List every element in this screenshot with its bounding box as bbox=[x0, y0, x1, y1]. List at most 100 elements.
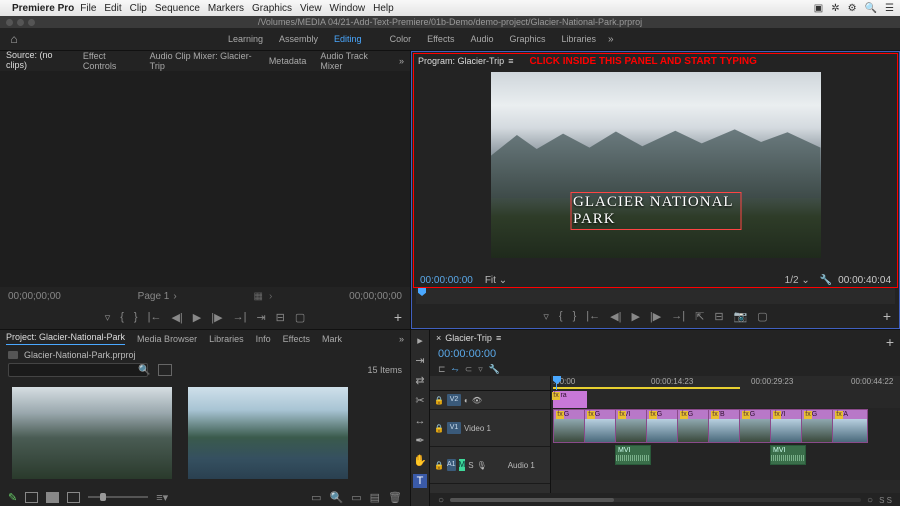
zoom-fit[interactable]: Fit ⌄ bbox=[485, 275, 507, 286]
track-v1[interactable]: fxIMGfxIMGfxMVIfxIMGfxIMGfxSTBfxIMGfxMVI… bbox=[551, 408, 900, 444]
lock-icon[interactable]: 🔒 bbox=[434, 424, 444, 433]
ws-audio[interactable]: Audio bbox=[470, 34, 493, 44]
insert-icon[interactable]: ⇥ bbox=[256, 311, 265, 324]
add-button-icon[interactable]: + bbox=[394, 309, 402, 325]
home-icon[interactable]: ⌂ bbox=[0, 32, 28, 46]
tab-metadata[interactable]: Metadata bbox=[269, 56, 307, 66]
filter-icon[interactable] bbox=[158, 364, 172, 376]
add-button-icon[interactable]: + bbox=[883, 308, 891, 324]
sort-icon[interactable]: ≡▾ bbox=[156, 491, 168, 504]
goto-in-icon[interactable]: |← bbox=[148, 311, 162, 323]
clip-thumbnail[interactable] bbox=[12, 387, 172, 479]
work-area-bar[interactable] bbox=[553, 387, 740, 389]
play-icon[interactable]: ▶ bbox=[193, 311, 201, 324]
overflow-icon[interactable]: » bbox=[399, 56, 404, 66]
voice-icon[interactable]: 🎙 bbox=[477, 461, 487, 470]
track-a1[interactable]: MVIMVI bbox=[551, 444, 900, 480]
clip-thumbnail[interactable] bbox=[188, 387, 348, 479]
goto-out-icon[interactable]: →| bbox=[233, 311, 247, 323]
tab-markers[interactable]: Mark bbox=[322, 334, 342, 344]
settings-icon[interactable]: 🔧 bbox=[820, 275, 832, 286]
overflow-icon[interactable]: » bbox=[608, 34, 614, 45]
ws-libraries[interactable]: Libraries bbox=[562, 34, 597, 44]
menu-window[interactable]: Window bbox=[330, 3, 366, 14]
trash-icon[interactable]: 🗑 bbox=[388, 491, 402, 504]
program-scrubber[interactable] bbox=[416, 288, 895, 304]
seq-nest-icon[interactable]: ⊏ bbox=[438, 364, 446, 375]
playhead-icon[interactable] bbox=[418, 288, 426, 296]
ws-graphics[interactable]: Graphics bbox=[509, 34, 545, 44]
tab-program[interactable]: Program: Glacier-Trip bbox=[418, 56, 504, 66]
tab-source[interactable]: Source: (no clips) bbox=[6, 50, 69, 73]
in-icon[interactable]: { bbox=[559, 310, 563, 322]
goto-in-icon[interactable]: |← bbox=[586, 310, 600, 322]
write-icon[interactable]: ✎ bbox=[8, 491, 17, 504]
tab-effects[interactable]: Effects bbox=[283, 334, 310, 344]
selection-tool-icon[interactable]: ▸ bbox=[413, 334, 427, 348]
track-v2[interactable]: Grafx bbox=[551, 390, 900, 408]
timeline-timecode[interactable]: 00:00:00:00 bbox=[430, 346, 900, 362]
zoom-in-icon[interactable]: ○ bbox=[867, 495, 873, 506]
add-button-icon[interactable]: + bbox=[886, 334, 894, 350]
title-text-layer[interactable]: GLACIER NATIONAL PARK bbox=[573, 194, 738, 228]
minimize-icon[interactable] bbox=[17, 19, 24, 26]
auto-sequence-icon[interactable]: ▭ bbox=[311, 491, 321, 504]
close-icon[interactable] bbox=[6, 19, 13, 26]
lock-icon[interactable]: 🔒 bbox=[434, 396, 444, 405]
menu-file[interactable]: File bbox=[80, 3, 96, 14]
tab-effect-controls[interactable]: Effect Controls bbox=[83, 51, 136, 71]
page-select[interactable]: Page 1 bbox=[138, 291, 170, 302]
track-select-tool-icon[interactable]: ⇥ bbox=[413, 354, 427, 368]
program-monitor[interactable]: GLACIER NATIONAL PARK bbox=[491, 72, 821, 258]
panel-menu-icon[interactable]: ≡ bbox=[496, 333, 501, 343]
menu-help[interactable]: Help bbox=[373, 3, 394, 14]
tc-in[interactable]: 00;00;00;00 bbox=[8, 291, 61, 302]
graphic-clip[interactable]: Grafx bbox=[553, 391, 587, 408]
menu-clip[interactable]: Clip bbox=[130, 3, 147, 14]
track-a2[interactable] bbox=[551, 480, 900, 493]
linked-sel-icon[interactable]: ⊂ bbox=[465, 364, 473, 375]
mute-icon[interactable]: M bbox=[459, 459, 466, 471]
overwrite-icon[interactable]: ⊟ bbox=[276, 311, 285, 324]
step-back-icon[interactable]: ◀| bbox=[610, 310, 621, 323]
new-item-icon[interactable]: ▤ bbox=[370, 491, 380, 504]
close-tab-icon[interactable]: × bbox=[436, 333, 441, 343]
solo-icon[interactable]: S bbox=[468, 461, 473, 470]
menu-markers[interactable]: Markers bbox=[208, 3, 244, 14]
search-input[interactable] bbox=[8, 363, 148, 377]
audio-clip[interactable]: MVI bbox=[615, 445, 651, 465]
lift-icon[interactable]: ⇱ bbox=[695, 310, 704, 323]
track-header-v2[interactable]: 🔒 V2 ◐ 👁 bbox=[430, 391, 550, 410]
tab-media-browser[interactable]: Media Browser bbox=[137, 334, 197, 344]
video-clip[interactable]: fxSTA bbox=[832, 409, 868, 443]
tab-audio-clip-mixer[interactable]: Audio Clip Mixer: Glacier-Trip bbox=[150, 51, 255, 71]
new-bin-icon[interactable]: ▭ bbox=[351, 491, 361, 504]
tab-libraries[interactable]: Libraries bbox=[209, 334, 244, 344]
program-tc-left[interactable]: 00:00:00:00 bbox=[420, 275, 473, 286]
step-fwd-icon[interactable]: |▶ bbox=[650, 310, 661, 323]
ws-effects[interactable]: Effects bbox=[427, 34, 454, 44]
out-icon[interactable]: } bbox=[134, 311, 138, 323]
ws-learning[interactable]: Learning bbox=[228, 34, 263, 44]
hand-tool-icon[interactable]: ✋ bbox=[413, 454, 427, 468]
ws-editing[interactable]: Editing bbox=[334, 34, 374, 44]
spotlight-icon[interactable]: 🔍 bbox=[865, 3, 877, 14]
zoom-out-icon[interactable]: ○ bbox=[438, 495, 444, 506]
in-icon[interactable]: { bbox=[120, 311, 124, 323]
tab-sequence[interactable]: Glacier-Trip bbox=[445, 333, 492, 343]
marker-icon[interactable]: ▿ bbox=[105, 311, 111, 324]
bin-icon[interactable] bbox=[8, 351, 18, 359]
grid-icon[interactable]: ▦ bbox=[254, 291, 263, 302]
panel-menu-icon[interactable]: ≡ bbox=[508, 56, 513, 66]
play-icon[interactable]: ▶ bbox=[631, 310, 639, 323]
marker-icon[interactable]: ▿ bbox=[543, 310, 549, 323]
step-fwd-icon[interactable]: |▶ bbox=[211, 311, 222, 324]
overflow-icon[interactable]: » bbox=[399, 334, 404, 344]
settings-icon[interactable]: 🔧 bbox=[489, 364, 500, 375]
out-icon[interactable]: } bbox=[573, 310, 577, 322]
menu-sequence[interactable]: Sequence bbox=[155, 3, 200, 14]
razor-tool-icon[interactable]: ✂ bbox=[413, 394, 427, 408]
thumb-size-slider[interactable] bbox=[88, 496, 148, 498]
menu-icon[interactable]: ☰ bbox=[885, 3, 894, 14]
icon-view-icon[interactable] bbox=[46, 492, 59, 503]
